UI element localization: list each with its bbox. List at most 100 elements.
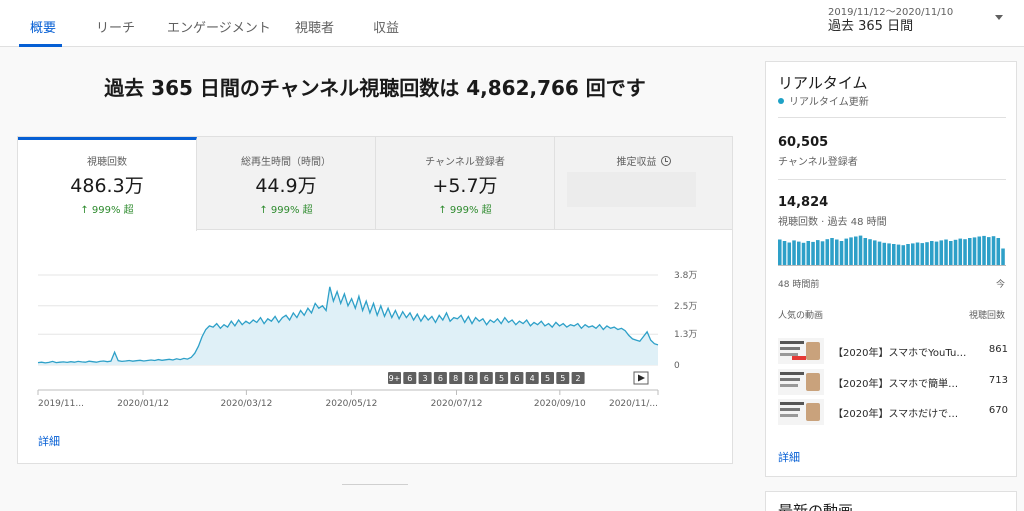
- event-marker-label: 4: [530, 374, 535, 383]
- video-thumbnail[interactable]: [778, 369, 824, 395]
- realtime-views-count: 14,824: [778, 195, 829, 210]
- realtime-bar: [882, 242, 887, 265]
- popular-views-header: 視聴回数: [968, 311, 1005, 321]
- event-marker-label: 6: [514, 374, 519, 383]
- video-title[interactable]: 【2020年】スマホで簡単に…: [833, 375, 968, 390]
- popular-video-row[interactable]: 【2020年】スマホだけで簡… 670: [778, 399, 1008, 425]
- realtime-bar: [797, 241, 801, 265]
- realtime-bar: [977, 236, 982, 265]
- realtime-bar: [801, 242, 806, 265]
- realtime-bar: [820, 241, 825, 265]
- tab-audience[interactable]: 視聴者: [295, 17, 334, 36]
- x-tick-label: 2019/11...: [38, 399, 84, 409]
- realtime-bar: [1001, 248, 1005, 265]
- latest-video-title: 最新の動画: [778, 502, 854, 511]
- analytics-top-bar: 概要 リーチ エンゲージメント 視聴者 収益 2019/11/12〜2020/1…: [0, 0, 1024, 47]
- realtime-bar: [825, 239, 830, 265]
- realtime-bar: [949, 241, 953, 265]
- realtime-bar: [854, 236, 858, 265]
- realtime-bar: [963, 239, 967, 265]
- realtime-bar-chart: [778, 235, 1006, 266]
- overview-more-link[interactable]: 詳細: [38, 433, 60, 449]
- tab-engagement[interactable]: エンゲージメント: [167, 17, 271, 36]
- y-tick-label: 2.5万: [674, 302, 697, 312]
- tab-reach[interactable]: リーチ: [96, 17, 135, 36]
- tab-overview[interactable]: 概要: [30, 17, 56, 36]
- x-tick-label: 2020/05/12: [326, 399, 378, 409]
- metric-label: 総再生時間（時間）: [241, 157, 331, 168]
- video-views: 713: [988, 375, 1008, 386]
- popular-video-row[interactable]: 【2020年】スマホでYouTu… 861: [778, 338, 1008, 364]
- popular-videos-label: 人気の動画: [778, 311, 824, 321]
- realtime-more-link[interactable]: 詳細: [778, 449, 800, 465]
- realtime-bar: [782, 241, 787, 265]
- realtime-bar: [896, 244, 901, 265]
- event-marker-label: 5: [499, 374, 504, 383]
- revenue-placeholder: [567, 172, 696, 207]
- realtime-bar: [944, 239, 948, 265]
- realtime-bar: [806, 241, 811, 265]
- popular-video-row[interactable]: 【2020年】スマホで簡単に… 713: [778, 369, 1008, 395]
- event-marker-label: 5: [560, 374, 565, 383]
- metric-tab-views[interactable]: 視聴回数 486.3万 ↑ 999% 超: [18, 137, 197, 231]
- realtime-bar: [830, 238, 834, 265]
- metric-label-text: 推定収益: [616, 157, 657, 168]
- event-marker-label: 6: [438, 374, 443, 383]
- metric-tab-watch-time[interactable]: 総再生時間（時間） 44.9万 ↑ 999% 超: [197, 137, 376, 230]
- clock-icon: [660, 156, 671, 166]
- views-line-chart: 3.8万 2.5万 1.3万 0 9+ 6 3 6 8 8 6 5 6 4 5 5 2 2019/11... 202…: [37, 271, 697, 409]
- metric-value: +5.7万: [432, 175, 498, 197]
- chevron-down-icon[interactable]: [995, 15, 1003, 20]
- realtime-bar: [877, 241, 882, 265]
- realtime-views-label: 視聴回数 · 過去 48 時間: [778, 217, 887, 228]
- page-headline: 過去 365 日間のチャンネル視聴回数は 4,862,766 回です: [104, 76, 646, 100]
- realtime-bar: [849, 237, 853, 265]
- realtime-bar: [920, 243, 925, 265]
- metric-tab-revenue[interactable]: 推定収益: [555, 137, 732, 230]
- realtime-bar: [991, 236, 996, 265]
- divider: [778, 179, 1006, 180]
- video-title[interactable]: 【2020年】スマホだけで簡…: [833, 405, 968, 420]
- realtime-bar: [915, 242, 920, 265]
- live-dot-icon: [778, 98, 784, 104]
- realtime-subscriber-label: チャンネル登録者: [778, 157, 858, 168]
- realtime-axis-right: 今: [996, 280, 1006, 290]
- tab-revenue[interactable]: 収益: [373, 17, 399, 36]
- realtime-bar: [934, 241, 939, 265]
- event-marker-label: 3: [423, 374, 428, 383]
- period-selector[interactable]: 過去 365 日間: [828, 15, 913, 34]
- video-title[interactable]: 【2020年】スマホでYouTu…: [833, 344, 968, 359]
- metric-delta: ↑ 999% 超: [80, 205, 134, 216]
- metric-tab-subscribers[interactable]: チャンネル登録者 +5.7万 ↑ 999% 超: [376, 137, 555, 230]
- realtime-bar: [858, 235, 863, 265]
- x-tick-label: 2020/11/...: [609, 399, 658, 409]
- video-thumbnail[interactable]: [778, 399, 824, 425]
- realtime-subscriber-count: 60,505: [778, 135, 829, 150]
- realtime-bar: [906, 244, 910, 265]
- divider: [778, 117, 1006, 118]
- realtime-bar: [873, 240, 877, 265]
- realtime-bar: [939, 240, 944, 265]
- realtime-bar: [982, 235, 986, 265]
- realtime-bar: [811, 241, 815, 265]
- video-views: 670: [988, 405, 1008, 416]
- x-tick-label: 2020/03/12: [220, 399, 272, 409]
- y-tick-label: 3.8万: [674, 271, 697, 281]
- realtime-card: リアルタイム リアルタイム更新 60,505 チャンネル登録者 14,824 視…: [765, 61, 1017, 477]
- metric-delta: ↑ 999% 超: [259, 205, 313, 216]
- realtime-title: リアルタイム: [778, 74, 868, 92]
- event-marker-label: 9+: [389, 374, 401, 383]
- tab-active-indicator: [19, 44, 62, 47]
- metric-label: 視聴回数: [87, 157, 127, 168]
- realtime-bar: [930, 241, 934, 265]
- metric-value: 44.9万: [255, 175, 317, 197]
- realtime-live-label: リアルタイム更新: [778, 93, 869, 108]
- metric-value: 486.3万: [70, 175, 144, 197]
- video-views: 861: [988, 344, 1008, 355]
- realtime-live-text: リアルタイム更新: [789, 97, 869, 108]
- video-thumbnail[interactable]: [778, 338, 824, 364]
- realtime-bar: [958, 238, 963, 265]
- metric-delta: ↑ 999% 超: [438, 205, 492, 216]
- y-tick-label: 0: [674, 361, 680, 371]
- realtime-bar: [925, 242, 929, 265]
